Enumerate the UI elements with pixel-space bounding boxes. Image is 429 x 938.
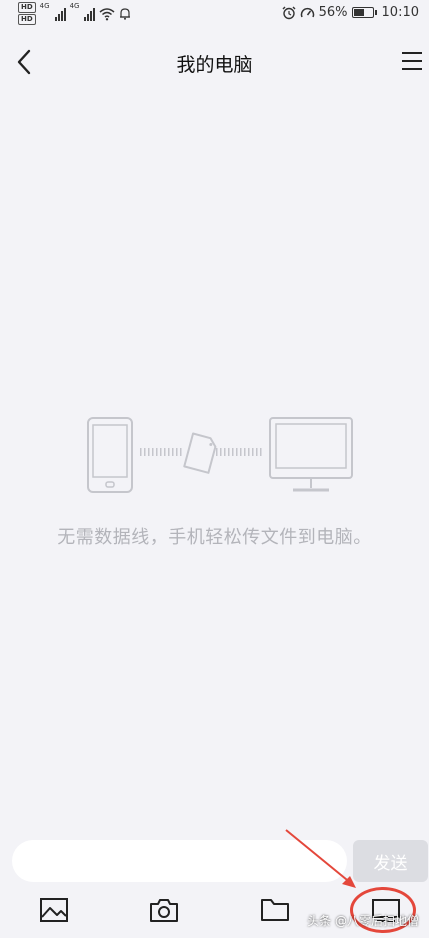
battery-level — [353, 9, 364, 16]
notification-bell-icon — [120, 8, 131, 20]
message-input[interactable] — [12, 840, 347, 882]
hd-badges: HD HD — [18, 2, 36, 25]
status-bar: HD HD 4G 4G 56% 10:10 — [0, 0, 429, 28]
send-button[interactable]: 发送 — [353, 840, 428, 882]
folder-button[interactable] — [255, 890, 295, 930]
app-root: HD HD 4G 4G 56% 10:10 我的电脑 无需数据线，手机轻松传文件… — [0, 0, 429, 938]
battery-icon — [351, 7, 377, 18]
signal-icon — [84, 7, 96, 21]
signal-icon — [54, 7, 66, 21]
page-title: 我的电脑 — [176, 54, 253, 76]
camera-button[interactable] — [144, 890, 184, 930]
network-type-label: 4G — [39, 2, 50, 10]
wifi-icon — [99, 7, 115, 20]
hd-badge: HD — [18, 14, 36, 25]
alarm-icon — [282, 6, 296, 19]
hd-badge: HD — [18, 2, 36, 13]
speed-gauge-icon — [300, 7, 314, 17]
status-left: HD HD 4G 4G — [18, 2, 131, 25]
transfer-illustration — [87, 417, 353, 493]
menu-button[interactable] — [397, 46, 427, 76]
battery-percent: 56% — [318, 5, 348, 20]
hamburger-menu-icon — [402, 52, 422, 70]
empty-state-message: 无需数据线，手机轻松传文件到电脑。 — [57, 527, 372, 548]
monitor-icon — [269, 417, 353, 492]
clock: 10:10 — [381, 5, 419, 20]
phone-icon — [87, 417, 133, 493]
network-type-label: 4G — [69, 2, 80, 10]
image-button[interactable] — [34, 890, 74, 930]
image-icon — [40, 898, 68, 922]
watermark: 头条 @八零后扫地僧 — [307, 914, 419, 928]
folder-icon — [261, 899, 289, 921]
nav-bar: 我的电脑 — [0, 38, 429, 86]
status-right: 56% 10:10 — [282, 5, 419, 20]
file-icon — [183, 432, 217, 474]
camera-icon — [150, 899, 178, 922]
